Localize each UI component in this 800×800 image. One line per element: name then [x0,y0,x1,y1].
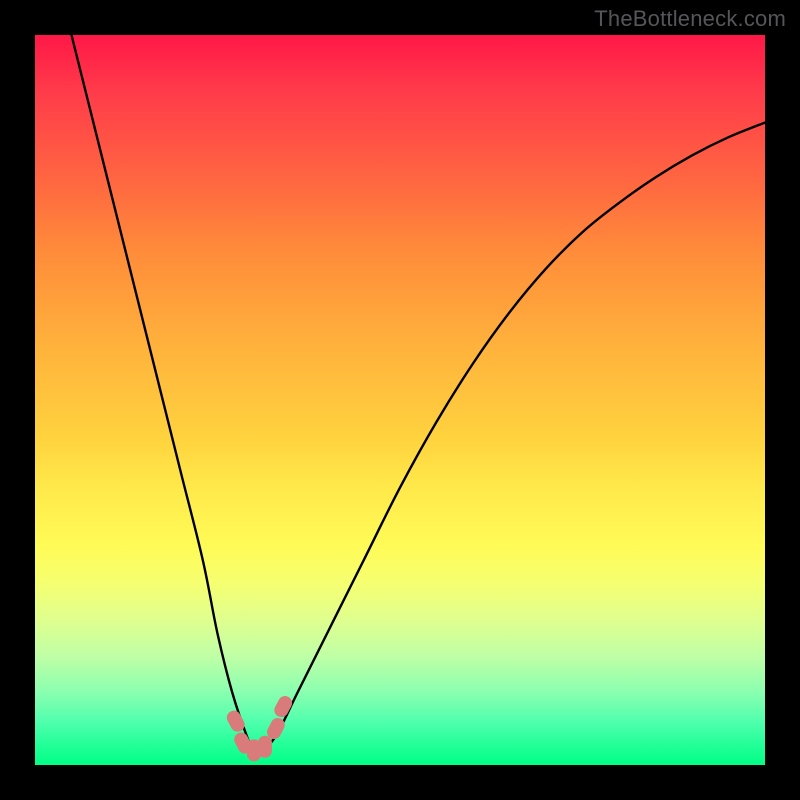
bottleneck-curve [72,35,766,752]
plot-area [35,35,765,765]
chart-frame: TheBottleneck.com [0,0,800,800]
curve-marker [258,736,272,758]
watermark-text: TheBottleneck.com [594,6,786,32]
curve-svg [35,35,765,765]
